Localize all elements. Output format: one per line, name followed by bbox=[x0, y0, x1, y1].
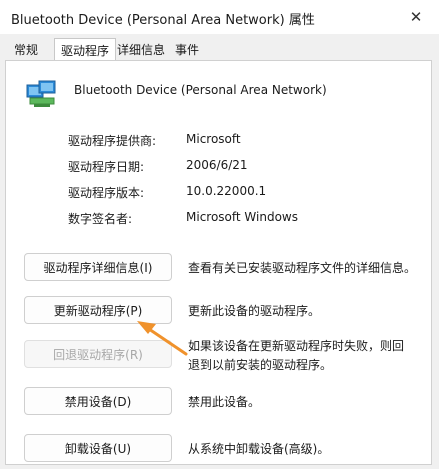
info-label-date: 驱动程序日期: bbox=[68, 160, 145, 174]
driver-details-button[interactable]: 驱动程序详细信息(I) bbox=[24, 253, 172, 281]
info-value-date: 2006/6/21 bbox=[186, 158, 248, 172]
update-driver-button[interactable]: 更新驱动程序(P) bbox=[24, 296, 172, 324]
title-bar: Bluetooth Device (Personal Area Network)… bbox=[0, 0, 439, 34]
tab-driver[interactable]: 驱动程序 bbox=[54, 38, 117, 60]
info-label-signer: 数字签名者: bbox=[68, 212, 133, 226]
info-label-provider: 驱动程序提供商: bbox=[68, 134, 157, 148]
rollback-driver-description: 如果该设备在更新驱动程序时失败，则回退到以前安装的驱动程序。 bbox=[188, 339, 405, 372]
info-value-version: 10.0.22000.1 bbox=[186, 184, 267, 198]
tab-details[interactable]: 详细信息 bbox=[117, 41, 165, 58]
driver-details-description: 查看有关已安装驱动程序文件的详细信息。 bbox=[188, 261, 417, 275]
info-label-version: 驱动程序版本: bbox=[68, 186, 145, 200]
device-name: Bluetooth Device (Personal Area Network) bbox=[74, 83, 327, 97]
uninstall-device-description: 从系统中卸载设备(高级)。 bbox=[188, 442, 330, 456]
tab-strip: 常规 驱动程序 详细信息 事件 bbox=[0, 34, 439, 61]
rollback-driver-button[interactable]: 回退驱动程序(R) bbox=[24, 340, 172, 368]
tab-general[interactable]: 常规 bbox=[14, 41, 38, 58]
update-driver-description: 更新此设备的驱动程序。 bbox=[188, 304, 321, 318]
disable-device-button[interactable]: 禁用设备(D) bbox=[24, 387, 172, 415]
driver-panel: Bluetooth Device (Personal Area Network)… bbox=[5, 60, 432, 465]
tab-events[interactable]: 事件 bbox=[175, 41, 199, 58]
uninstall-device-button[interactable]: 卸载设备(U) bbox=[24, 434, 172, 462]
info-value-signer: Microsoft Windows bbox=[186, 210, 298, 224]
disable-device-description: 禁用此设备。 bbox=[188, 395, 261, 409]
close-button[interactable]: ✕ bbox=[393, 0, 439, 34]
network-adapter-icon bbox=[26, 80, 56, 107]
info-value-provider: Microsoft bbox=[186, 132, 241, 146]
close-icon: ✕ bbox=[409, 8, 423, 26]
window-title: Bluetooth Device (Personal Area Network)… bbox=[11, 13, 315, 28]
